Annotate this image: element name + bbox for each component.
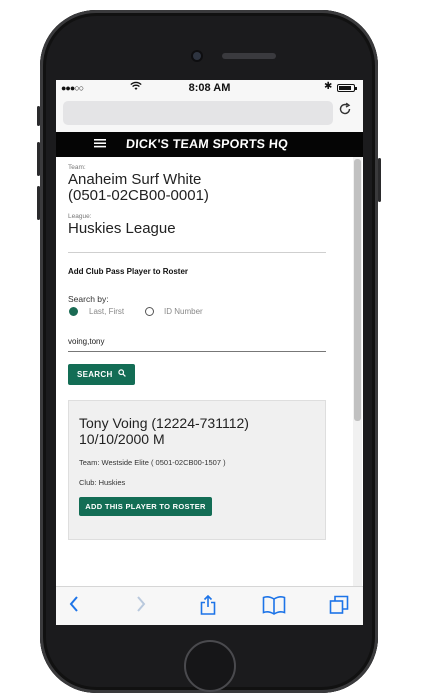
search-input-underline <box>68 351 326 352</box>
main-content: Team: Anaheim Surf White (0501-02CB00-00… <box>56 157 363 586</box>
league-name: Huskies League <box>68 220 176 237</box>
volume-up-button <box>37 142 40 176</box>
section-title: Add Club Pass Player to Roster <box>68 267 189 276</box>
team-name: Anaheim Surf White <box>68 171 202 188</box>
radio-id-number-label: ID Number <box>164 307 203 316</box>
site-header: DICK'S TEAM SPORTS HQ <box>56 132 363 157</box>
home-button[interactable] <box>184 640 236 692</box>
reload-icon[interactable] <box>338 102 352 121</box>
forward-icon[interactable] <box>135 595 147 617</box>
player-result-card: Tony Voing (12224-731112) 10/10/2000 M T… <box>68 400 326 540</box>
search-input[interactable]: voing,tony <box>68 337 104 346</box>
earpiece-speaker <box>222 53 276 59</box>
team-id: (0501-02CB00-0001) <box>68 187 209 204</box>
browser-toolbar <box>56 586 363 625</box>
bookmarks-icon[interactable] <box>262 595 286 619</box>
battery-icon <box>337 84 357 92</box>
volume-down-button <box>37 186 40 220</box>
team-label: Team: <box>68 164 86 171</box>
scrollbar[interactable] <box>353 157 362 586</box>
search-by-label: Search by: <box>68 294 109 304</box>
player-name: Tony Voing (12224-731112) <box>79 415 249 431</box>
tabs-icon[interactable] <box>329 595 349 619</box>
player-club: Club: Huskies <box>79 478 126 487</box>
scrollbar-thumb[interactable] <box>354 159 361 421</box>
divider <box>68 252 326 253</box>
site-logo[interactable]: DICK'S TEAM SPORTS HQ <box>126 137 289 151</box>
radio-last-first-label: Last, First <box>89 307 125 316</box>
search-button[interactable]: SEARCH <box>68 364 135 385</box>
web-page: DICK'S TEAM SPORTS HQ Team: Anaheim Surf… <box>56 132 363 586</box>
hamburger-menu-icon[interactable] <box>94 137 106 151</box>
status-bar: ●●●○○ 8:08 AM ✱ <box>56 80 363 97</box>
search-button-label: SEARCH <box>76 370 113 379</box>
mute-switch <box>37 106 40 126</box>
radio-id-number[interactable] <box>145 307 154 316</box>
league-label: League: <box>68 213 92 220</box>
phone-screen: ●●●○○ 8:08 AM ✱ DICK'S TEAM SPORTS HQ Te… <box>56 80 363 625</box>
radio-last-first[interactable] <box>69 307 78 316</box>
power-button <box>378 158 381 202</box>
add-player-button[interactable]: ADD THIS PLAYER TO ROSTER <box>79 497 212 516</box>
bluetooth-icon: ✱ <box>324 81 333 92</box>
front-camera <box>193 52 201 60</box>
player-team: Team: Westside Elite ( 0501-02CB00-1507 … <box>79 458 226 467</box>
player-dob-gender: 10/10/2000 M <box>79 431 165 447</box>
back-icon[interactable] <box>68 595 80 617</box>
share-icon[interactable] <box>199 594 217 619</box>
browser-address-bar <box>56 97 363 133</box>
search-icon <box>118 364 126 385</box>
url-field[interactable] <box>63 101 333 125</box>
clock: 8:08 AM <box>188 82 231 94</box>
